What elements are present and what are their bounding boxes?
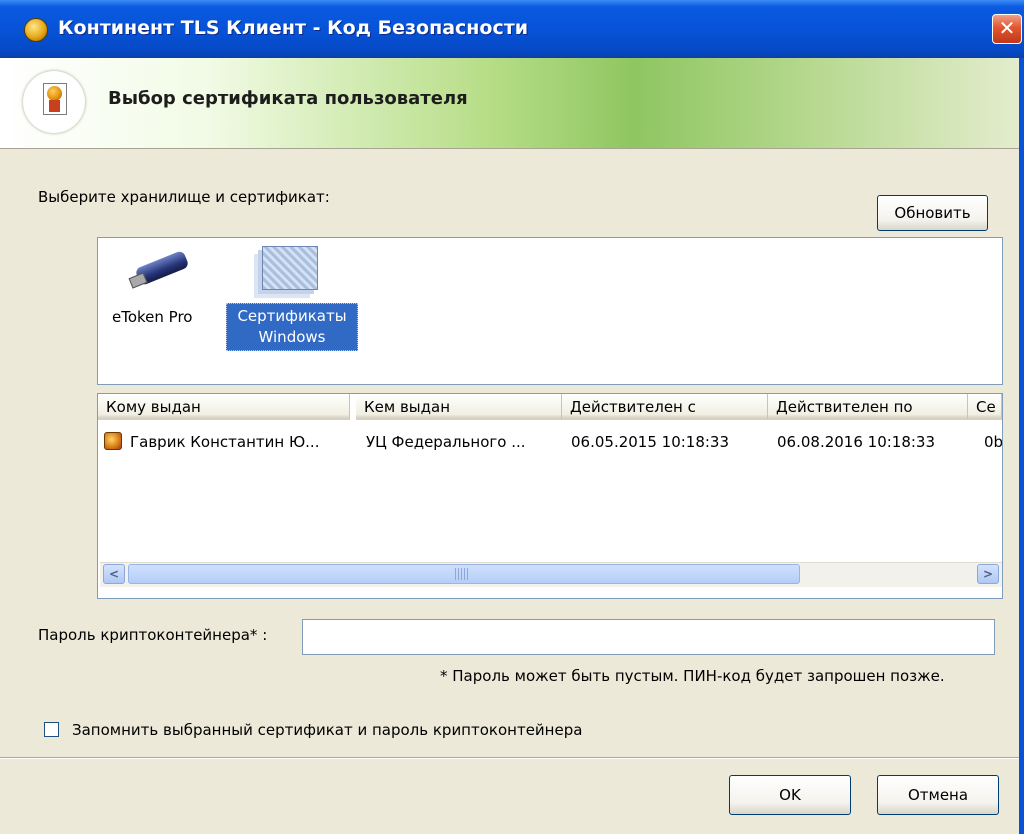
store-item-etoken-label[interactable]: eToken Pro [112, 308, 192, 326]
header-title: Выбор сертификата пользователя [108, 88, 468, 109]
footer-divider [0, 757, 1024, 759]
scroll-left-button[interactable]: < [103, 564, 125, 584]
password-hint: * Пароль может быть пустым. ПИН-код буде… [440, 667, 945, 685]
password-input[interactable] [302, 619, 995, 655]
column-header-serial[interactable]: Се [968, 394, 1002, 420]
store-label: Выберите хранилище и сертификат: [38, 188, 330, 206]
store-item-windows-label[interactable]: Сертификаты Windows [226, 303, 358, 351]
window-right-border [1019, 58, 1024, 834]
table-cell-valid-from[interactable]: 06.05.2015 10:18:33 [571, 431, 767, 453]
scroll-right-button[interactable]: > [977, 564, 999, 584]
ok-button[interactable]: OK [729, 775, 851, 815]
windows-certificates-icon[interactable] [262, 246, 318, 290]
table-cell-valid-to[interactable]: 06.08.2016 10:18:33 [777, 431, 967, 453]
column-header-issued-by[interactable]: Кем выдан [356, 394, 562, 420]
certificate-seal-icon [47, 86, 62, 101]
certificate-ribbon-icon [49, 100, 60, 112]
window-title: Континент TLS Клиент - Код Безопасности [58, 17, 529, 39]
cancel-button[interactable]: Отмена [877, 775, 999, 815]
remember-checkbox[interactable] [44, 722, 59, 737]
remember-label[interactable]: Запомнить выбранный сертификат и пароль … [72, 721, 582, 739]
table-cell-issued-to[interactable]: Гаврик Константин Ю... [130, 431, 352, 453]
table-cell-issued-by[interactable]: УЦ Федерального ... [366, 431, 562, 453]
password-label: Пароль криптоконтейнера* : [38, 626, 268, 644]
scroll-grip-icon [455, 568, 469, 580]
close-button[interactable]: ✕ [992, 14, 1022, 44]
table-cell-serial[interactable]: 0b [984, 431, 1002, 453]
column-header-valid-to[interactable]: Действителен по [768, 394, 968, 420]
certificate-row-icon [104, 432, 122, 450]
app-shield-icon [24, 18, 48, 42]
refresh-button[interactable]: Обновить [877, 195, 988, 231]
column-header-valid-from[interactable]: Действителен с [562, 394, 768, 420]
column-header-issued-to[interactable]: Кому выдан [98, 394, 350, 420]
